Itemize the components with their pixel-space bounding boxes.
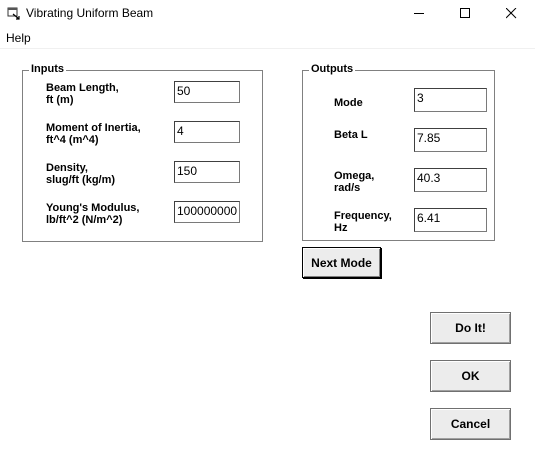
inputs-group-label: Inputs <box>29 63 66 75</box>
dialog-body: Inputs Beam Length, ft (m) 50 Moment of … <box>0 49 535 464</box>
cancel-button-label: Cancel <box>450 417 491 431</box>
moment-of-inertia-label: Moment of Inertia, ft^4 (m^4) <box>46 122 141 146</box>
menu-help[interactable]: Help <box>6 31 31 45</box>
omega-output[interactable]: 40.3 <box>414 168 487 192</box>
maximize-icon <box>460 8 470 18</box>
next-mode-button-label: Next Mode <box>311 255 372 270</box>
close-button[interactable] <box>489 0 535 28</box>
youngs-modulus-label: Young's Modulus, lb/ft^2 (N/m^2) <box>46 202 140 226</box>
beta-l-label: Beta L <box>334 129 368 141</box>
frequency-label: Frequency, Hz <box>334 210 392 234</box>
minimize-icon <box>414 13 424 14</box>
beam-length-label: Beam Length, ft (m) <box>46 82 119 106</box>
density-label: Density, slug/ft (kg/m) <box>46 162 116 186</box>
minimize-button[interactable] <box>397 0 443 28</box>
title-bar: Vibrating Uniform Beam <box>0 0 535 28</box>
beam-length-input[interactable]: 50 <box>174 81 240 103</box>
cancel-button[interactable]: Cancel <box>430 408 511 440</box>
mode-output[interactable]: 3 <box>414 88 487 112</box>
app-window-icon <box>7 7 20 20</box>
density-input[interactable]: 150 <box>174 161 240 183</box>
youngs-modulus-input[interactable]: 100000000 <box>174 201 240 223</box>
ok-button-label: OK <box>461 369 480 383</box>
mode-label: Mode <box>334 97 363 109</box>
outputs-group-label: Outputs <box>309 63 356 75</box>
omega-label: Omega, rad/s <box>334 170 375 194</box>
moment-of-inertia-input[interactable]: 4 <box>174 121 240 143</box>
menu-bar: Help <box>0 28 535 49</box>
ok-button[interactable]: OK <box>430 360 511 392</box>
inputs-group: Inputs Beam Length, ft (m) 50 Moment of … <box>22 63 263 242</box>
do-it-button-label: Do It! <box>455 321 486 335</box>
frequency-output[interactable]: 6.41 <box>414 208 487 232</box>
beta-l-output[interactable]: 7.85 <box>414 128 487 152</box>
outputs-group: Outputs Mode 3 Beta L 7.85 Omega, rad/s … <box>302 63 495 241</box>
do-it-button[interactable]: Do It! <box>430 312 511 344</box>
close-icon <box>506 8 517 19</box>
window-title: Vibrating Uniform Beam <box>26 6 154 20</box>
maximize-button[interactable] <box>443 0 489 28</box>
next-mode-button[interactable]: Next Mode <box>302 247 381 278</box>
